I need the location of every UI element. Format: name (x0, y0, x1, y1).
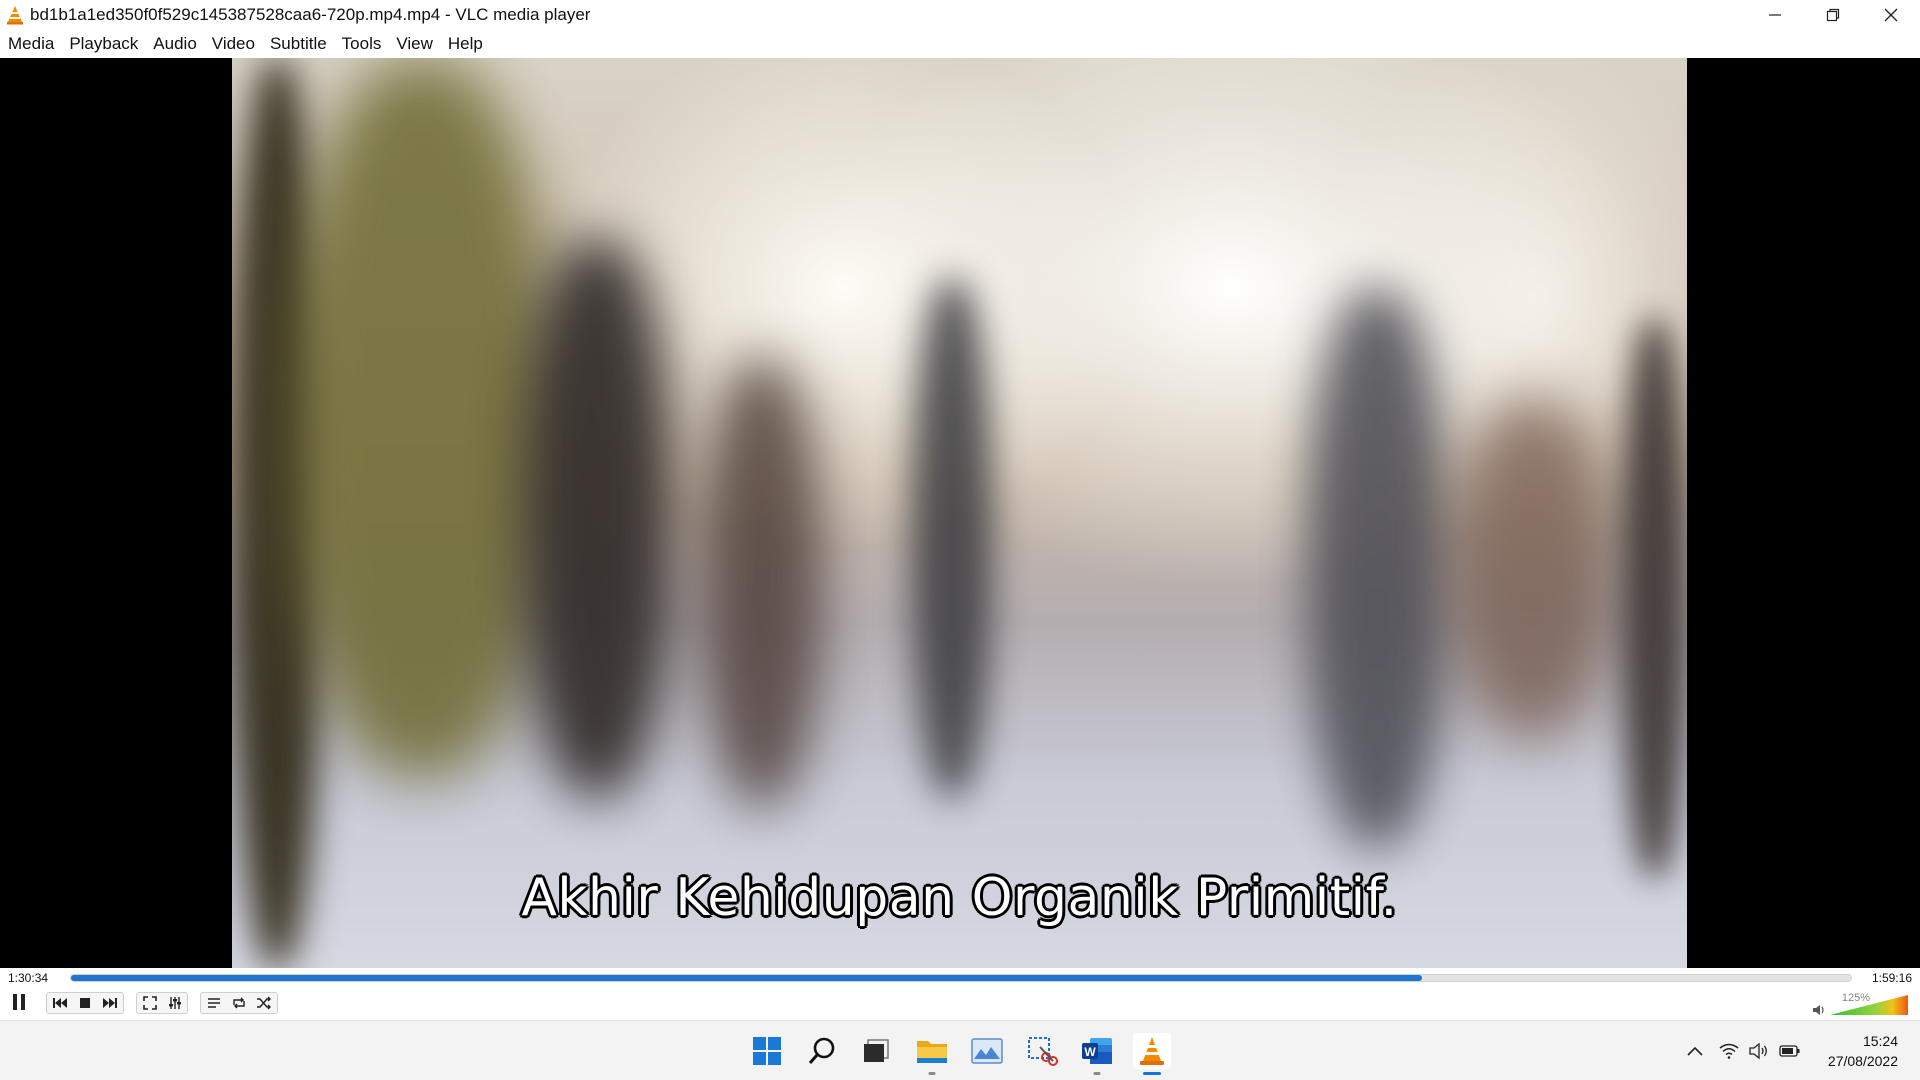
task-view-button[interactable] (856, 1033, 894, 1069)
wifi-tray[interactable] (1717, 1039, 1741, 1063)
loop-button[interactable] (226, 993, 251, 1013)
word-running-indicator (1093, 1072, 1101, 1075)
minimize-button[interactable] (1746, 0, 1804, 30)
next-icon (102, 998, 117, 1008)
menu-tools[interactable]: Tools (334, 30, 389, 58)
file-explorer-button[interactable] (913, 1033, 951, 1075)
vlc-icon (1140, 1037, 1164, 1065)
video-figure-center (912, 278, 992, 798)
close-button[interactable] (1862, 0, 1920, 30)
volume-tray[interactable] (1747, 1039, 1771, 1063)
playback-controls-group (46, 992, 124, 1014)
controls-row: 125% (0, 988, 1920, 1018)
previous-button[interactable] (47, 993, 72, 1013)
extended-settings-icon (168, 997, 181, 1009)
loop-icon (232, 997, 245, 1009)
menu-video[interactable]: Video (204, 30, 262, 58)
word-button[interactable]: W (1078, 1033, 1116, 1075)
fullscreen-icon (142, 996, 157, 1010)
playlist-controls-group (200, 992, 278, 1014)
playlist-button[interactable] (201, 993, 226, 1013)
battery-icon (1779, 1045, 1800, 1057)
restore-button[interactable] (1804, 0, 1862, 30)
stop-icon (79, 998, 90, 1008)
elapsed-time[interactable]: 1:30:34 (8, 971, 48, 985)
tray-overflow-button[interactable] (1683, 1039, 1707, 1063)
chevron-up-icon (1687, 1046, 1703, 1056)
seek-bar[interactable] (70, 974, 1852, 982)
video-shadow-right (1622, 318, 1687, 878)
volume-slider[interactable]: 125% (1812, 992, 1912, 1016)
photos-button[interactable] (968, 1033, 1006, 1069)
clock-date: 27/08/2022 (1827, 1053, 1898, 1069)
vlc-taskbar-button[interactable] (1133, 1033, 1171, 1075)
seek-progress (71, 975, 1423, 981)
menu-subtitle[interactable]: Subtitle (262, 30, 334, 58)
pause-button[interactable] (6, 990, 32, 1014)
windows-start-button[interactable] (748, 1033, 786, 1069)
shuffle-button[interactable] (251, 993, 276, 1013)
vlc-cone-icon (4, 4, 26, 26)
speaker-icon (1813, 1005, 1824, 1015)
volume-bar-graphic (1830, 995, 1908, 1015)
previous-icon (52, 998, 67, 1008)
snipping-tool-button[interactable] (1023, 1033, 1061, 1069)
search-button[interactable] (803, 1033, 841, 1069)
svg-text:W: W (1084, 1045, 1096, 1059)
video-area[interactable]: Akhir Kehidupan Organik Primitif. (0, 58, 1920, 968)
shuffle-icon (256, 996, 271, 1010)
window-title: bd1b1a1ed350f0f529c145387528caa6-720p.mp… (30, 5, 591, 24)
word-icon: W (1082, 1038, 1112, 1064)
stop-button[interactable] (72, 993, 97, 1013)
restore-icon (1826, 8, 1840, 22)
video-building-right (1452, 398, 1612, 738)
pause-icon (13, 994, 25, 1010)
menu-audio[interactable]: Audio (145, 30, 203, 58)
task-view-icon (864, 1039, 889, 1062)
file-explorer-icon (917, 1041, 947, 1063)
seek-row: 1:30:34 1:59:16 (0, 968, 1920, 988)
vlc-active-indicator (1143, 1072, 1161, 1075)
wifi-icon (1719, 1043, 1739, 1059)
next-button[interactable] (97, 993, 122, 1013)
snipping-tool-icon (1028, 1037, 1058, 1066)
video-frame[interactable]: Akhir Kehidupan Organik Primitif. (232, 58, 1687, 968)
photos-icon (971, 1038, 1003, 1064)
video-figure-left (522, 238, 672, 798)
video-yellow-wall (292, 58, 552, 778)
view-controls-group (136, 992, 188, 1014)
windows-start-icon (753, 1037, 781, 1065)
subtitle-text: Akhir Kehidupan Organik Primitif. (521, 868, 1398, 928)
taskbar: W 15:24 27/08/2022 (0, 1020, 1920, 1080)
menu-playback[interactable]: Playback (61, 30, 145, 58)
menu-help[interactable]: Help (440, 30, 490, 58)
search-icon (808, 1037, 835, 1064)
speaker-tray-icon (1749, 1043, 1767, 1059)
minimize-icon (1769, 14, 1781, 16)
menu-media[interactable]: Media (0, 30, 61, 58)
title-bar: bd1b1a1ed350f0f529c145387528caa6-720p.mp… (0, 0, 1920, 30)
playlist-icon (207, 998, 220, 1008)
menu-view[interactable]: View (388, 30, 440, 58)
video-figure-right (1307, 288, 1447, 848)
clock-time: 15:24 (1862, 1033, 1898, 1049)
video-figure-left-2 (702, 358, 822, 808)
close-icon (1884, 8, 1898, 22)
fullscreen-button[interactable] (137, 993, 162, 1013)
menu-bar: Media Playback Audio Video Subtitle Tool… (0, 30, 1920, 58)
clock[interactable]: 15:24 27/08/2022 (1828, 1031, 1898, 1071)
battery-tray[interactable] (1777, 1039, 1803, 1063)
file-explorer-running-indicator (928, 1072, 936, 1075)
total-time[interactable]: 1:59:16 (1872, 971, 1912, 985)
extended-settings-button[interactable] (162, 993, 187, 1013)
